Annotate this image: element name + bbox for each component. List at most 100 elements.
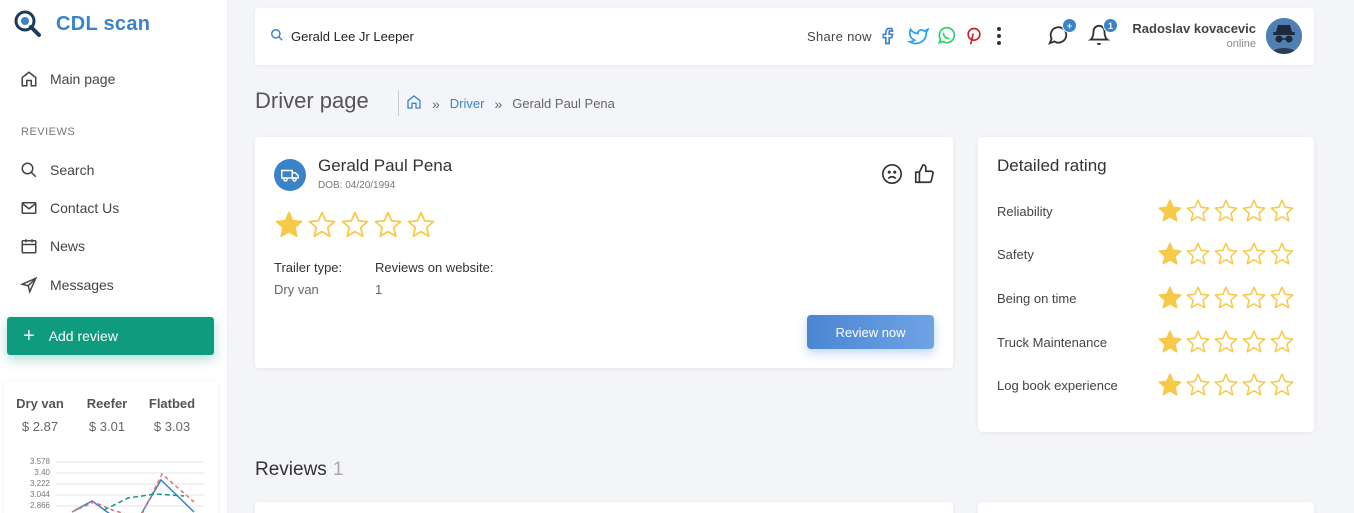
star-filled-icon[interactable] <box>1157 372 1183 398</box>
driver-name: Gerald Paul Pena <box>318 156 453 175</box>
reviews-title: Reviews <box>255 459 327 480</box>
frown-icon[interactable] <box>881 163 903 190</box>
facebook-icon[interactable] <box>879 25 901 47</box>
star-empty-icon[interactable] <box>1185 285 1211 311</box>
star-empty-icon[interactable] <box>1241 285 1267 311</box>
star-empty-icon[interactable] <box>340 210 370 240</box>
twitter-icon[interactable] <box>907 25 929 47</box>
reviews-on-website-label: Reviews on website: <box>375 260 494 275</box>
rate-value: $ 2.87 <box>21 419 59 434</box>
rating-stars[interactable] <box>1157 198 1295 224</box>
detailed-rating-title: Detailed rating <box>997 156 1107 175</box>
rate-name: Dry van <box>16 396 64 411</box>
pinterest-icon[interactable] <box>963 25 985 47</box>
chat-button[interactable]: + <box>1047 18 1077 48</box>
nav-main-page[interactable]: Main page <box>20 70 115 88</box>
page-title: Driver page <box>255 88 369 113</box>
trailer-type-label: Trailer type: <box>274 260 343 275</box>
rate-flatbed: Flatbed $ 3.03 <box>144 396 200 434</box>
star-empty-icon[interactable] <box>1241 372 1267 398</box>
star-empty-icon[interactable] <box>1241 241 1267 267</box>
rating-row-safety: Safety <box>997 241 1297 267</box>
mini-chart-tick: 3.222 <box>30 479 51 488</box>
rating-label: Reliability <box>997 204 1053 219</box>
nav-label: Contact Us <box>50 200 120 216</box>
star-filled-icon[interactable] <box>1157 329 1183 355</box>
truck-icon <box>274 159 306 191</box>
star-empty-icon[interactable] <box>1241 329 1267 355</box>
mail-icon <box>20 199 38 217</box>
nav-news[interactable]: News <box>20 237 85 255</box>
whatsapp-icon[interactable] <box>935 25 957 47</box>
notifications-button[interactable]: 1 <box>1087 18 1118 48</box>
add-review-button[interactable]: + Add review <box>7 317 214 355</box>
star-empty-icon[interactable] <box>1185 372 1211 398</box>
rating-stars[interactable] <box>1157 285 1295 311</box>
chat-badge: + <box>1062 18 1077 33</box>
mini-chart-tick: 2.866 <box>30 501 51 510</box>
search-icon <box>270 28 284 47</box>
rating-label: Truck Maintenance <box>997 335 1108 350</box>
rating-stars[interactable] <box>1157 372 1295 398</box>
star-empty-icon[interactable] <box>1213 241 1239 267</box>
nav-contact-us[interactable]: Contact Us <box>20 199 119 217</box>
rating-label: Log book experience <box>997 378 1118 393</box>
star-empty-icon[interactable] <box>1269 198 1295 224</box>
star-empty-icon[interactable] <box>1241 198 1267 224</box>
rate-name: Reefer <box>86 396 128 411</box>
star-empty-icon[interactable] <box>1269 329 1295 355</box>
star-empty-icon[interactable] <box>373 210 403 240</box>
mini-chart-tick: 3.578 <box>30 457 51 466</box>
rates-mini-chart: 3.578 3.40 3.222 3.044 2.866 <box>30 457 204 513</box>
mini-chart-line-green <box>103 493 185 511</box>
rating-row-log-book-experience: Log book experience <box>997 372 1297 398</box>
star-filled-icon[interactable] <box>1157 198 1183 224</box>
user-status: online <box>1226 38 1256 50</box>
star-filled-icon[interactable] <box>1157 241 1183 267</box>
driver-star-rating[interactable] <box>274 210 436 240</box>
send-icon <box>20 276 38 294</box>
plus-icon: + <box>23 325 35 347</box>
breadcrumb: » Driver » Gerald Paul Pena <box>406 94 615 113</box>
mini-chart-tick: 3.40 <box>34 468 50 477</box>
breadcrumb-link-driver[interactable]: Driver <box>450 96 485 111</box>
logo-text: CDL scan <box>56 12 151 35</box>
breadcrumb-divider <box>398 90 399 116</box>
star-empty-icon[interactable] <box>1185 329 1211 355</box>
star-filled-icon[interactable] <box>274 210 304 240</box>
star-empty-icon[interactable] <box>406 210 436 240</box>
star-empty-icon[interactable] <box>1185 241 1211 267</box>
star-empty-icon[interactable] <box>1213 198 1239 224</box>
star-empty-icon[interactable] <box>307 210 337 240</box>
rating-stars[interactable] <box>1157 329 1295 355</box>
rating-row-reliability: Reliability <box>997 198 1297 224</box>
star-filled-icon[interactable] <box>1157 285 1183 311</box>
home-icon <box>20 70 38 88</box>
rate-dry-van: Dry van $ 2.87 <box>14 396 66 434</box>
add-review-label: Add review <box>48 328 118 344</box>
search-input[interactable] <box>291 25 711 47</box>
nav-search[interactable]: Search <box>20 161 94 179</box>
card-actions <box>881 163 935 190</box>
user-name[interactable]: Radoslav kovacevic <box>1132 21 1256 36</box>
star-empty-icon[interactable] <box>1269 285 1295 311</box>
logo[interactable]: CDL scan <box>14 10 150 38</box>
star-empty-icon[interactable] <box>1269 372 1295 398</box>
review-now-button[interactable]: Review now <box>807 315 934 349</box>
breadcrumb-separator: » <box>494 95 503 112</box>
star-empty-icon[interactable] <box>1213 372 1239 398</box>
home-icon[interactable] <box>406 94 422 113</box>
avatar[interactable] <box>1266 18 1302 54</box>
nav-label: Search <box>50 162 95 178</box>
thumbs-up-icon[interactable] <box>913 163 935 190</box>
star-empty-icon[interactable] <box>1213 285 1239 311</box>
star-empty-icon[interactable] <box>1269 241 1295 267</box>
driver-card: Gerald Paul Pena DOB: 04/20/1994 Trailer… <box>255 137 953 368</box>
nav-messages[interactable]: Messages <box>20 276 114 294</box>
more-options-icon[interactable] <box>995 26 1003 51</box>
star-empty-icon[interactable] <box>1213 329 1239 355</box>
logo-icon <box>14 10 41 37</box>
incognito-avatar-icon <box>1266 18 1302 54</box>
rating-stars[interactable] <box>1157 241 1295 267</box>
star-empty-icon[interactable] <box>1185 198 1211 224</box>
